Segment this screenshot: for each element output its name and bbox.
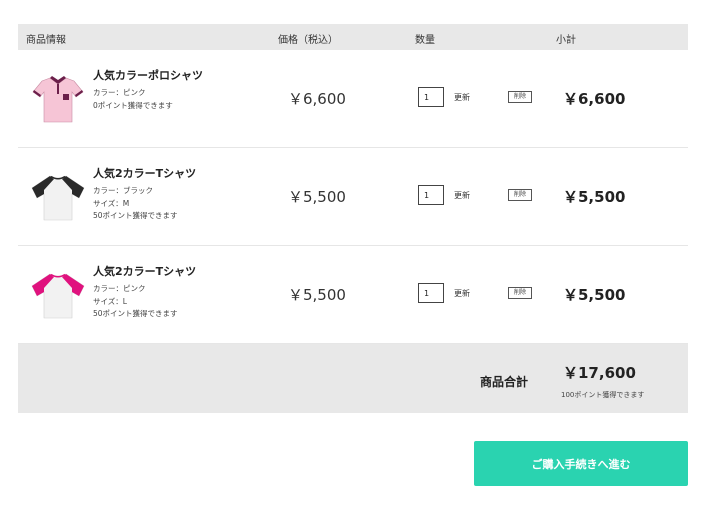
product-color: カラー：ブラック: [93, 186, 153, 195]
product-color: カラー：ピンク: [93, 284, 146, 293]
remove-button[interactable]: 削除: [508, 91, 532, 103]
cart-table: 商品情報 価格（税込） 数量 小計 人気カラーポロシャツ カラー：ピンク 0ポイ…: [18, 24, 688, 344]
checkout-button[interactable]: ご購入手続きへ進む: [474, 441, 688, 486]
cart-table-header: 商品情報 価格（税込） 数量 小計: [18, 24, 688, 50]
header-subtotal: 小計: [556, 35, 576, 46]
item-subtotal: ￥5,500: [563, 188, 626, 206]
pink-polo-shirt-icon: [32, 76, 84, 123]
quantity-input[interactable]: [418, 87, 444, 107]
product-details: カラー：ブラック サイズ：M 50ポイント獲得できます: [93, 185, 178, 223]
cart-total-box: 商品合計 ￥17,600 100ポイント獲得できます: [18, 344, 688, 413]
cart-item-row: 人気2カラーTシャツ カラー：ピンク サイズ：L 50ポイント獲得できます ￥5…: [18, 246, 688, 344]
product-name[interactable]: 人気2カラーTシャツ: [93, 263, 196, 279]
total-points: 100ポイント獲得できます: [561, 391, 645, 399]
remove-button[interactable]: 削除: [508, 189, 532, 201]
black-raglan-tshirt-icon: [31, 175, 85, 221]
header-price: 価格（税込）: [278, 35, 338, 46]
product-details: カラー：ピンク 0ポイント獲得できます: [93, 87, 173, 112]
quantity-input[interactable]: [418, 283, 444, 303]
update-link[interactable]: 更新: [454, 190, 470, 201]
update-link[interactable]: 更新: [454, 288, 470, 299]
product-size: サイズ：L: [93, 296, 127, 306]
cart-item-row: 人気カラーポロシャツ カラー：ピンク 0ポイント獲得できます ￥6,600 更新…: [18, 50, 688, 148]
product-name[interactable]: 人気カラーポロシャツ: [93, 67, 203, 83]
item-subtotal: ￥5,500: [563, 286, 626, 304]
total-label: 商品合計: [480, 375, 529, 389]
remove-button[interactable]: 削除: [508, 287, 532, 299]
product-points: 0ポイント獲得できます: [93, 100, 173, 110]
product-price: ￥6,600: [288, 90, 346, 108]
quantity-input[interactable]: [418, 185, 444, 205]
product-size: サイズ：M: [93, 198, 130, 208]
total-value: ￥17,600: [563, 364, 636, 382]
cart-item-row: 人気2カラーTシャツ カラー：ブラック サイズ：M 50ポイント獲得できます ￥…: [18, 148, 688, 246]
product-points: 50ポイント獲得できます: [93, 309, 178, 318]
product-details: カラー：ピンク サイズ：L 50ポイント獲得できます: [93, 283, 178, 321]
pink-raglan-tshirt-icon: [31, 273, 85, 319]
update-link[interactable]: 更新: [454, 92, 470, 103]
header-product: 商品情報: [26, 35, 66, 46]
item-subtotal: ￥6,600: [563, 90, 626, 108]
product-points: 50ポイント獲得できます: [93, 211, 178, 220]
product-name[interactable]: 人気2カラーTシャツ: [93, 165, 196, 181]
product-price: ￥5,500: [288, 188, 346, 206]
product-color: カラー：ピンク: [93, 88, 146, 97]
product-price: ￥5,500: [288, 286, 346, 304]
header-quantity: 数量: [415, 35, 435, 46]
